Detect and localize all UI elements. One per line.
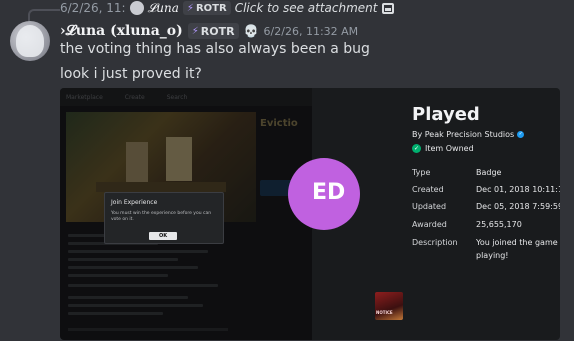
- badge-title: Played: [412, 104, 480, 125]
- detail-value: playing!: [476, 251, 509, 260]
- detail-key: Type: [412, 168, 431, 177]
- detail-key: Created: [412, 185, 444, 194]
- screenshot-left: Marketplace Create Search Evictio Join E…: [60, 88, 312, 340]
- detail-value: You joined the game f: [476, 238, 560, 247]
- creator-line: By Peak Precision Studios ✓: [412, 130, 525, 139]
- badge-image: ED: [288, 158, 360, 230]
- owned-status: ✓ Item Owned: [412, 144, 474, 153]
- username[interactable]: ›𝓛una (xluna_o): [60, 23, 183, 39]
- thumb-label: NOTICE: [376, 310, 393, 315]
- reply-timestamp: 6/2/26, 11:: [60, 1, 126, 15]
- detail-row: Created Dec 01, 2018 10:11:18 P: [412, 185, 560, 194]
- join-dialog: Join Experience You must win the experie…: [104, 192, 224, 244]
- creator-name: By Peak Precision Studios: [412, 130, 515, 139]
- dialog-ok-button: OK: [149, 232, 177, 240]
- message-timestamp: 6/2/26, 11:32 AM: [263, 24, 359, 38]
- reply-guild-tag-label: ROTR: [195, 2, 227, 14]
- image-attachment[interactable]: Marketplace Create Search Evictio Join E…: [60, 88, 560, 340]
- owned-label: Item Owned: [425, 144, 474, 153]
- detail-value: Dec 01, 2018 10:11:18 P: [476, 185, 560, 194]
- message-line: look i just proved it?: [60, 66, 202, 82]
- image-icon: [381, 2, 394, 14]
- detail-key: Updated: [412, 202, 447, 211]
- avatar[interactable]: [10, 21, 50, 61]
- message-header: ›𝓛una (xluna_o) ⚡ ROTR 💀 6/2/26, 11:32 AM: [60, 22, 358, 40]
- detail-row: Updated Dec 05, 2018 7:59:59 A: [412, 202, 560, 211]
- skull-icon: 💀: [243, 24, 259, 38]
- detail-row: Type Badge: [412, 168, 501, 177]
- dialog-title: Join Experience: [111, 199, 158, 206]
- bolt-icon: ⚡: [191, 25, 199, 37]
- game-icon-thumbnail: NOTICE: [375, 292, 403, 320]
- reply-username[interactable]: 𝓛una: [148, 1, 179, 16]
- detail-key: Awarded: [412, 220, 447, 229]
- verified-icon: ✓: [517, 131, 525, 138]
- detail-key: Description: [412, 238, 458, 247]
- reply-preview-text[interactable]: Click to see attachment: [235, 1, 378, 15]
- reply-avatar[interactable]: [129, 1, 144, 15]
- bolt-icon: ⚡: [186, 2, 194, 14]
- detail-row: Description You joined the game f: [412, 238, 560, 247]
- detail-row: Awarded 25,655,170: [412, 220, 522, 229]
- reply-reference[interactable]: 6/2/26, 11: 𝓛una ⚡ ROTR Click to see atta…: [60, 0, 394, 16]
- detail-value: 25,655,170: [476, 220, 522, 229]
- guild-tag[interactable]: ⚡ ROTR: [187, 23, 239, 39]
- detail-value: Dec 05, 2018 7:59:59 A: [476, 202, 560, 211]
- guild-tag-label: ROTR: [200, 24, 235, 38]
- reply-guild-tag[interactable]: ⚡ ROTR: [182, 1, 231, 15]
- dialog-body: You must win the experience before you c…: [111, 211, 212, 222]
- badge-letters: ED: [312, 180, 346, 205]
- message-line: the voting thing has also always been a …: [60, 41, 370, 57]
- detail-value: Badge: [476, 168, 502, 177]
- detail-row: playing!: [412, 251, 509, 260]
- check-icon: ✓: [412, 144, 421, 153]
